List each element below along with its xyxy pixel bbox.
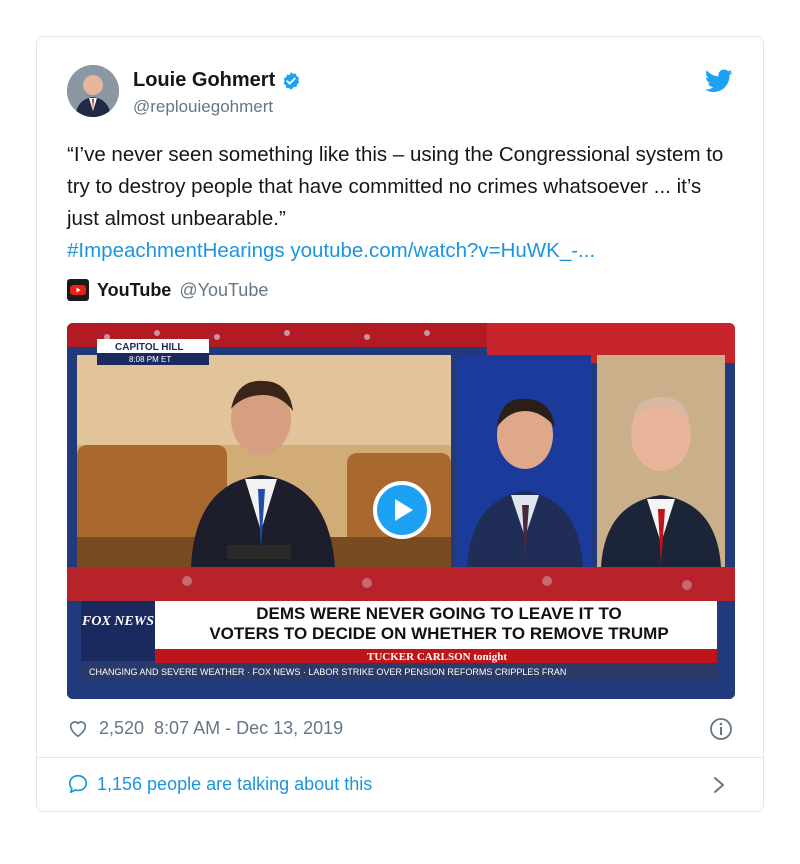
conversation-count[interactable]: 1,156 people are talking about this <box>97 774 372 795</box>
speech-bubble-icon <box>68 774 88 794</box>
author-name-row[interactable]: Louie Gohmert <box>133 69 301 92</box>
headline-line2: VOTERS TO DECIDE ON WHETHER TO REMOVE TR… <box>209 624 668 643</box>
play-icon <box>395 499 413 521</box>
embed-source[interactable]: YouTube @YouTube <box>67 279 268 301</box>
twitter-bird-icon[interactable] <box>705 69 733 93</box>
url-link[interactable]: youtube.com/watch?v=HuWK_-... <box>290 239 595 262</box>
author-handle[interactable]: @replouiegohmert <box>133 97 273 117</box>
info-icon[interactable] <box>709 717 733 741</box>
tweet-quote: “I’ve never seen something like this – u… <box>67 143 724 230</box>
video-location-tag: CAPITOL HILL <box>115 342 184 353</box>
chevron-right-icon[interactable] <box>711 775 727 795</box>
avatar[interactable] <box>67 65 119 117</box>
heart-icon[interactable] <box>67 717 89 739</box>
show-name: TUCKER CARLSON tonight <box>367 651 507 663</box>
timestamp[interactable]: 8:07 AM - Dec 13, 2019 <box>154 718 343 739</box>
verified-badge-icon <box>283 71 300 90</box>
divider <box>37 757 763 758</box>
network-logo: FOX NEWS <box>81 614 154 629</box>
news-ticker: CHANGING AND SEVERE WEATHER · FOX NEWS ·… <box>89 667 566 677</box>
headline-line1: DEMS WERE NEVER GOING TO LEAVE IT TO <box>256 604 622 623</box>
play-button[interactable] <box>373 481 431 539</box>
author-name[interactable]: Louie Gohmert <box>133 69 275 92</box>
embed-source-name[interactable]: YouTube <box>97 280 171 301</box>
tweet-text: “I’ve never seen something like this – u… <box>67 139 727 267</box>
tweet-card: Louie Gohmert @replouiegohmert “I’ve nev… <box>36 36 764 812</box>
hashtag-link[interactable]: #ImpeachmentHearings <box>67 239 285 262</box>
conversation-link[interactable]: 1,156 people are talking about this <box>67 773 372 795</box>
video-thumbnail[interactable]: CAPITOL HILL 8:08 PM ET FOX NEWS DEMS WE… <box>67 323 735 699</box>
embed-source-handle[interactable]: @YouTube <box>179 280 268 301</box>
youtube-logo-icon <box>67 279 89 301</box>
like-count[interactable]: 2,520 <box>99 718 144 739</box>
video-time-tag: 8:08 PM ET <box>129 355 171 364</box>
tweet-meta: 2,520 8:07 AM - Dec 13, 2019 <box>67 717 343 739</box>
